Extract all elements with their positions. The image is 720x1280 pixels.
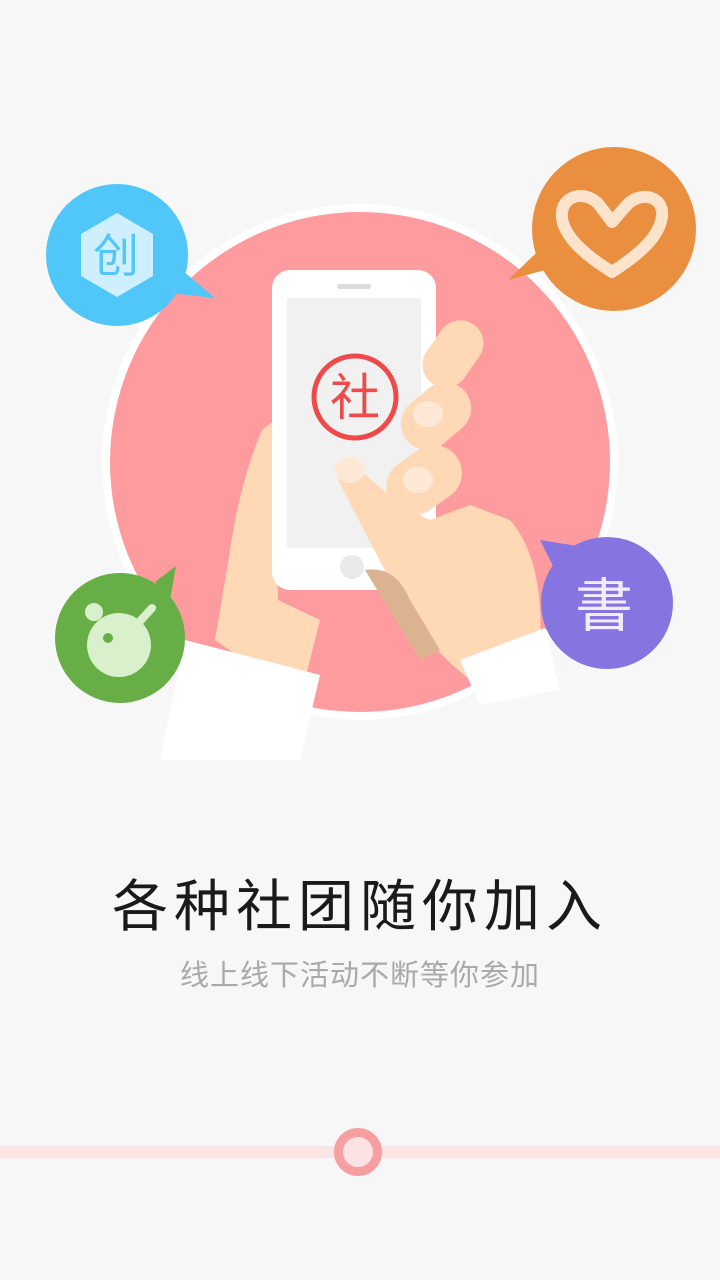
calligraphy-bubble: 書 (540, 537, 673, 669)
create-bubble-text: 创 (93, 229, 139, 283)
pager-indicator[interactable] (334, 1128, 382, 1176)
onboarding-illustration: 社 创 書 (46, 147, 696, 760)
club-badge-text: 社 (330, 369, 380, 427)
pingpong-bubble (55, 566, 185, 703)
page-subtitle: 线上线下活动不断等你参加 (179, 958, 540, 992)
ping-pong-icon (85, 603, 156, 677)
calligraphy-bubble-text: 書 (575, 572, 633, 640)
page-title: 各种社团随你加入 (112, 875, 608, 940)
